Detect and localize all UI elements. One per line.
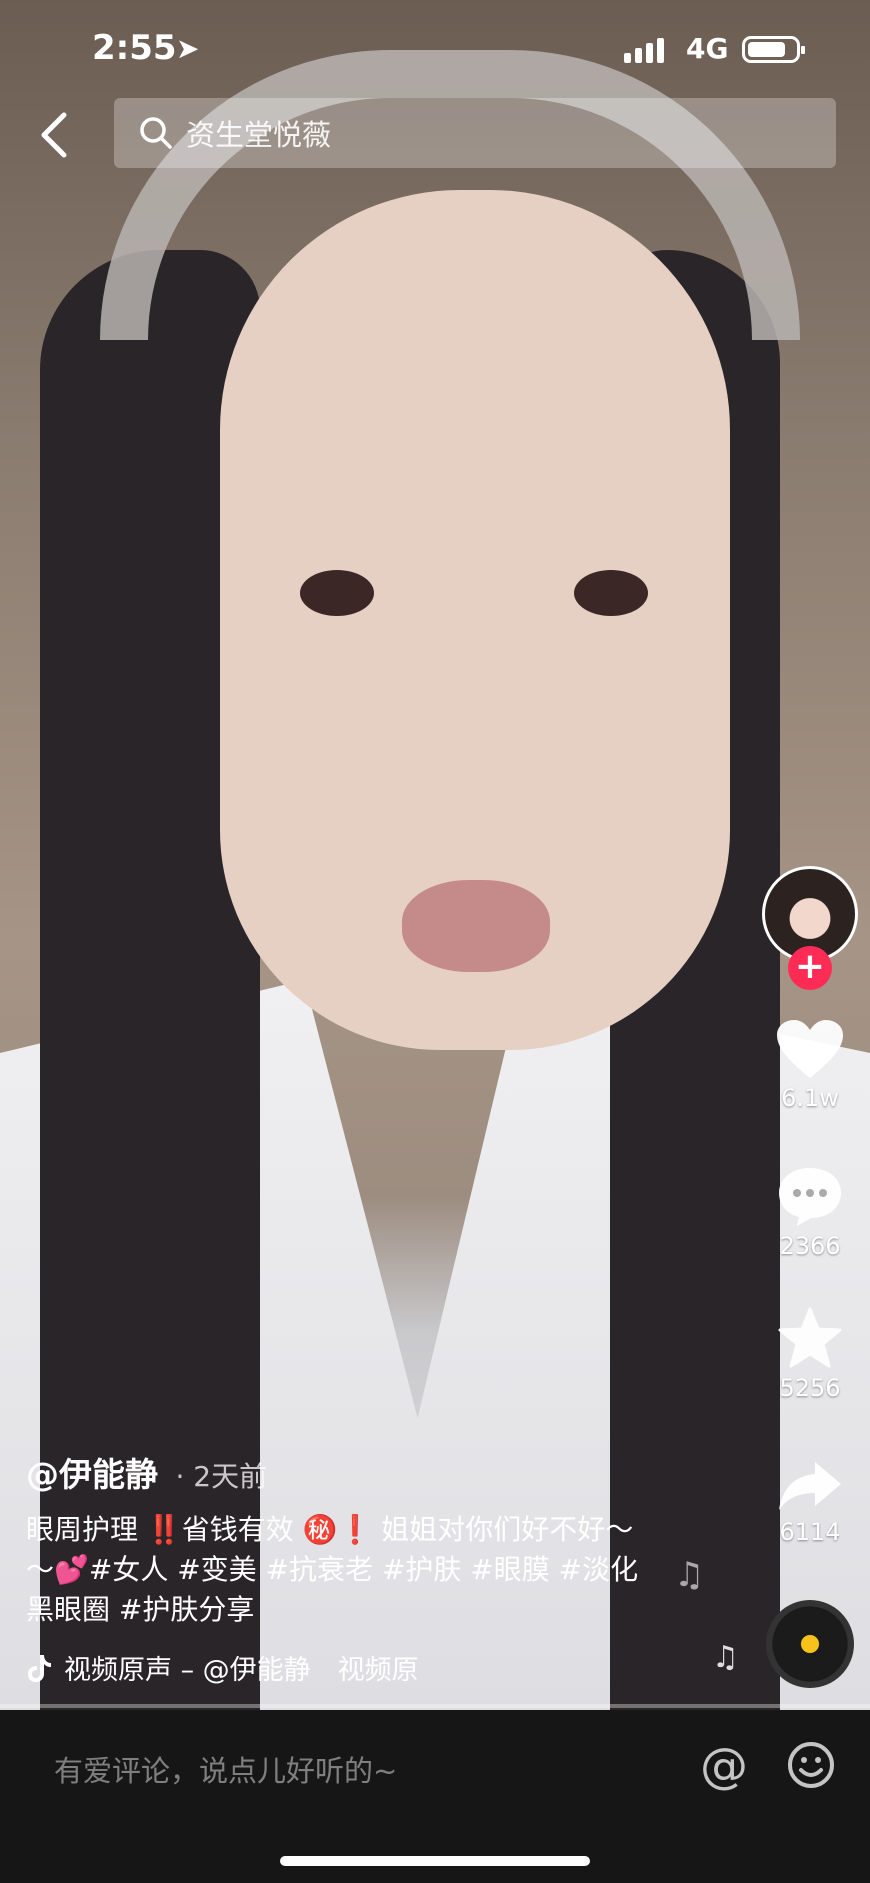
video-eye-left <box>300 570 374 616</box>
status-bar: 2:55 ➤ 4G <box>0 0 870 100</box>
music-label: 视频原声 – @伊能静 视频原 <box>64 1655 419 1686</box>
location-arrow-icon: ➤ <box>176 32 200 65</box>
share-arrow-icon <box>779 1462 841 1510</box>
battery-fill <box>748 42 785 57</box>
heart-icon <box>777 1020 843 1078</box>
post-time: · 2天前 <box>175 1460 268 1493</box>
search-bar[interactable]: 资生堂悦薇 <box>114 98 836 168</box>
home-indicator <box>280 1856 590 1866</box>
comment-button[interactable]: 2366 <box>760 1164 860 1260</box>
share-count: 6114 <box>779 1518 841 1546</box>
tiktok-note-icon <box>28 1654 51 1682</box>
favorite-count: 5256 <box>779 1374 841 1402</box>
comment-count: 2366 <box>779 1232 841 1260</box>
comment-input[interactable]: 有爱评论，说点儿好听的~ <box>54 1748 397 1790</box>
caption-text[interactable]: 眼周护理 ‼️省钱有效 ㊙️❗️ 姐姐对你们好不好～～💕#女人 #变美 #抗衰老… <box>26 1510 656 1630</box>
creator-username[interactable]: @伊能静 <box>26 1455 158 1494</box>
music-note-icon: ♫ <box>674 1555 705 1595</box>
at-mention-icon[interactable]: @ <box>700 1738 748 1794</box>
emoji-face-icon[interactable] <box>786 1740 836 1790</box>
music-note-small-icon: ♫ <box>712 1640 739 1675</box>
comment-bar: 有爱评论，说点儿好听的~ @ <box>0 1710 870 1883</box>
like-button[interactable]: 6.1w <box>760 1018 860 1112</box>
status-time: 2:55 <box>92 28 177 68</box>
video-eye-right <box>574 570 648 616</box>
caption-header: @伊能静 · 2天前 <box>26 1448 656 1496</box>
video-caption: @伊能静 · 2天前 眼周护理 ‼️省钱有效 ㊙️❗️ 姐姐对你们好不好～～💕#… <box>26 1448 656 1630</box>
video-mouth <box>402 880 550 972</box>
like-count: 6.1w <box>781 1084 839 1112</box>
favorite-button[interactable]: 5256 <box>760 1306 860 1402</box>
battery-icon <box>742 36 805 63</box>
video-progress-bar[interactable] <box>0 1704 870 1708</box>
music-disc[interactable] <box>766 1600 854 1688</box>
music-row[interactable]: 视频原声 – @伊能静 视频原 <box>26 1648 456 1687</box>
follow-plus-button[interactable]: + <box>788 946 832 990</box>
cell-signal-icon <box>624 38 664 63</box>
star-icon <box>778 1307 842 1368</box>
share-button[interactable]: 6114 <box>760 1458 860 1546</box>
search-icon <box>140 117 172 149</box>
comment-bubble-icon <box>779 1168 841 1226</box>
back-arrow-icon[interactable] <box>30 105 82 165</box>
search-placeholder: 资生堂悦薇 <box>186 118 332 152</box>
network-type: 4G <box>686 32 729 65</box>
